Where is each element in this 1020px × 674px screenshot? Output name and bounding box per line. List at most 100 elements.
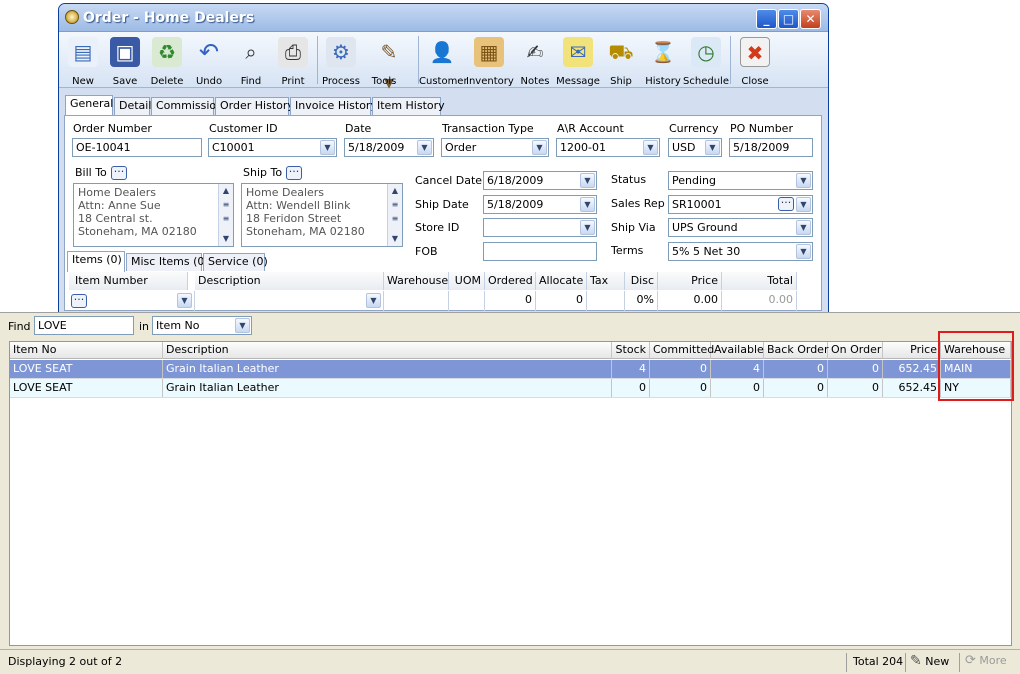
column-header-back-order[interactable]: Back Order	[764, 342, 828, 359]
ordered-cell[interactable]: 0	[485, 291, 536, 311]
ship-to-address[interactable]: Home Dealers Attn: Wendell Blink 18 Feri…	[241, 183, 403, 247]
column-header[interactable]: Ordered	[485, 272, 536, 290]
tab-general[interactable]: General	[65, 95, 113, 116]
tab-service[interactable]: Service (0)	[203, 253, 268, 271]
table-row[interactable]: LOVE SEAT Grain Italian Leather 4 0 4 0 …	[10, 360, 1011, 379]
new-button[interactable]: ▤ New	[60, 34, 106, 88]
column-header[interactable]: Disc	[625, 272, 658, 290]
column-header[interactable]: Description	[195, 272, 384, 290]
warehouse-cell[interactable]	[384, 291, 449, 311]
po-number-field[interactable]: 5/18/2009	[729, 138, 813, 157]
uom-cell[interactable]	[449, 291, 485, 311]
message-button[interactable]: ✉ Message	[555, 34, 601, 88]
chevron-down-icon[interactable]: ▼	[796, 244, 811, 259]
window-close-icon[interactable]: ✕	[800, 9, 821, 29]
terms-select[interactable]: 5% 5 Net 30 ▼	[668, 242, 813, 261]
save-button[interactable]: ▣ Save	[102, 34, 148, 88]
tab-commission[interactable]: Commission	[151, 97, 223, 115]
search-field-select[interactable]: Item No ▼	[152, 316, 252, 335]
description-cell[interactable]: ▼	[195, 291, 384, 311]
tab-item-history[interactable]: Item History	[372, 97, 445, 115]
store-id-select[interactable]: ▼	[483, 218, 597, 237]
sales-rep-lookup-button[interactable]: ···	[778, 197, 794, 211]
chevron-down-icon[interactable]: ▼	[643, 140, 658, 155]
sales-rep-select[interactable]: SR10001 ··· ▼	[668, 195, 813, 214]
more-button[interactable]: ⟳ More	[965, 653, 1007, 668]
chevron-down-icon[interactable]: ▼	[320, 140, 335, 155]
ship-button[interactable]: ⛟ Ship	[598, 34, 644, 88]
delete-button[interactable]: ♻ Delete	[144, 34, 190, 88]
bill-to-scrollbar[interactable]: ▲ ≡ ≡ ▼	[218, 184, 233, 246]
undo-button[interactable]: ↶ Undo	[186, 34, 232, 88]
column-header-committed[interactable]: Committed	[650, 342, 714, 359]
column-header[interactable]: Total	[722, 272, 797, 290]
ship-to-lookup-button[interactable]: ···	[286, 166, 302, 180]
currency-select[interactable]: USD ▼	[668, 138, 722, 157]
tab-items[interactable]: Items (0)	[67, 251, 125, 272]
column-header-available[interactable]: Available	[711, 342, 764, 359]
item-number-cell[interactable]: ··· ▼	[69, 291, 195, 311]
print-button[interactable]: ⎙ Print	[270, 34, 316, 88]
order-number-field[interactable]: OE-10041	[72, 138, 202, 157]
inventory-button[interactable]: ▦ Inventory	[466, 34, 514, 88]
ship-date-picker[interactable]: 5/18/2009 ▼	[483, 195, 597, 214]
customer-id-select[interactable]: C10001 ▼	[208, 138, 337, 157]
price-cell[interactable]: 0.00	[658, 291, 722, 311]
column-header-stock[interactable]: Stock	[612, 342, 650, 359]
item-lookup-button[interactable]: ···	[71, 294, 87, 308]
column-header[interactable]: Price	[658, 272, 722, 290]
tab-detail[interactable]: Detail	[114, 97, 151, 115]
date-picker[interactable]: 5/18/2009 ▼	[344, 138, 434, 157]
customer-button[interactable]: 👤 Customer	[419, 34, 468, 88]
chevron-down-icon[interactable]: ▼	[796, 197, 811, 212]
column-header[interactable]: Allocate	[536, 272, 587, 290]
chevron-down-icon[interactable]: ▼	[705, 140, 720, 155]
tax-cell[interactable]	[587, 291, 625, 311]
chevron-down-icon[interactable]: ▼	[796, 220, 811, 235]
column-header[interactable]: Item Number	[69, 272, 188, 290]
column-header[interactable]: UOM	[449, 272, 485, 290]
chevron-down-icon[interactable]: ▼	[796, 173, 811, 188]
column-header[interactable]: Tax	[587, 272, 625, 290]
title-bar[interactable]: Order - Home Dealers _ □ ✕	[59, 4, 828, 32]
tools-button[interactable]: ✎ ▾ Tools	[360, 34, 418, 94]
column-header[interactable]: Warehouse	[384, 272, 449, 290]
history-button[interactable]: ⌛ History	[640, 34, 686, 88]
close-button[interactable]: ✖ Close	[732, 34, 778, 88]
minimize-icon[interactable]: _	[756, 9, 777, 29]
tab-invoice-history[interactable]: Invoice History	[290, 97, 377, 115]
chevron-down-icon[interactable]: ▼	[177, 293, 192, 308]
chevron-down-icon[interactable]: ▼	[580, 173, 595, 188]
new-item-button[interactable]: ✎ New	[910, 653, 949, 669]
ship-to-scrollbar[interactable]: ▲ ≡ ≡ ▼	[387, 184, 402, 246]
maximize-icon[interactable]: □	[778, 9, 799, 29]
find-input[interactable]: LOVE	[34, 316, 134, 335]
column-header-on-order[interactable]: On Order	[828, 342, 883, 359]
chevron-down-icon[interactable]: ▼	[580, 220, 595, 235]
status-select[interactable]: Pending ▼	[668, 171, 813, 190]
chevron-down-icon[interactable]: ▼	[235, 318, 250, 333]
column-header-price[interactable]: Price	[883, 342, 941, 359]
tab-order-history[interactable]: Order History	[215, 97, 294, 115]
chevron-down-icon[interactable]: ▼	[532, 140, 547, 155]
column-header-description[interactable]: Description	[163, 342, 612, 359]
bill-to-address[interactable]: Home Dealers Attn: Anne Sue 18 Central s…	[73, 183, 234, 247]
find-button[interactable]: ⌕ Find	[228, 34, 274, 88]
ship-via-select[interactable]: UPS Ground ▼	[668, 218, 813, 237]
fob-field[interactable]	[483, 242, 597, 261]
tab-misc-items[interactable]: Misc Items (0)	[126, 253, 209, 271]
column-header-item-no[interactable]: Item No	[10, 342, 163, 359]
chevron-down-icon[interactable]: ▼	[366, 293, 381, 308]
print-icon: ⎙	[278, 37, 308, 67]
schedule-button[interactable]: ◷ Schedule	[683, 34, 729, 88]
ar-account-select[interactable]: 1200-01 ▼	[556, 138, 660, 157]
table-row[interactable]: LOVE SEAT Grain Italian Leather 0 0 0 0 …	[10, 379, 1011, 398]
allocate-cell[interactable]: 0	[536, 291, 587, 311]
disc-cell[interactable]: 0%	[625, 291, 658, 311]
chevron-down-icon[interactable]: ▼	[580, 197, 595, 212]
notes-button[interactable]: ✍ Notes	[512, 34, 558, 88]
chevron-down-icon[interactable]: ▼	[417, 140, 432, 155]
transaction-type-select[interactable]: Order ▼	[441, 138, 549, 157]
bill-to-lookup-button[interactable]: ···	[111, 166, 127, 180]
cancel-date-picker[interactable]: 6/18/2009 ▼	[483, 171, 597, 190]
